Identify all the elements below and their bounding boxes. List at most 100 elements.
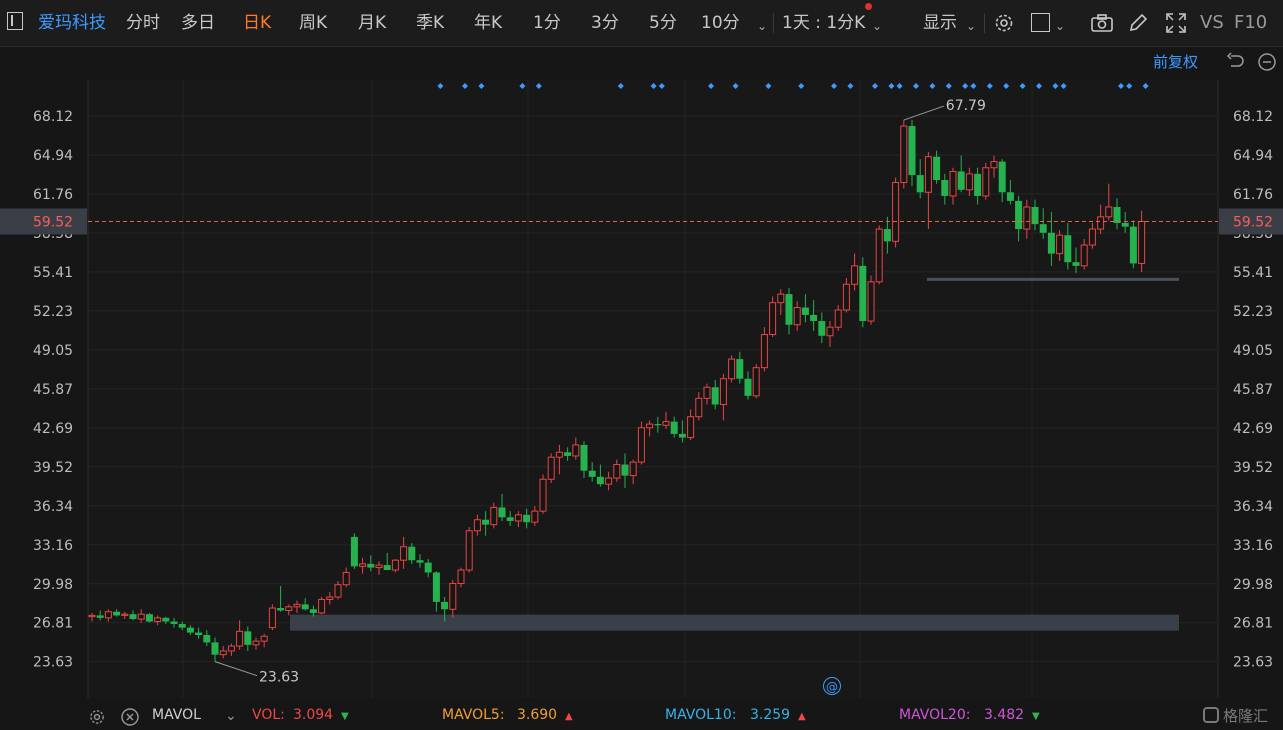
fullscreen-icon[interactable] [1165,12,1187,34]
f10-button[interactable]: F10 [1234,12,1267,34]
tab-weekly-k[interactable]: 周K [299,12,327,34]
tab-multi-day[interactable]: 多日 [181,12,215,34]
vs-button[interactable]: VS [1200,12,1224,34]
logo-mark [1203,707,1219,723]
candle-body-down [974,173,982,196]
candle-body-up [531,510,539,523]
chevron-down-icon[interactable]: ⌄ [872,15,882,37]
chevron-down-icon[interactable]: ⌄ [966,15,976,37]
candle-body-up [88,614,96,618]
kline-chart[interactable]: 68.1268.1264.9464.9461.7661.7658.5858.58… [0,47,1283,700]
candle [875,225,883,285]
layout-square-icon[interactable] [1031,13,1050,32]
candle-body-down [129,614,137,620]
undo-icon[interactable] [1225,52,1245,72]
candle-body-up [982,167,990,197]
candle-body-down [424,562,432,573]
high-label: 67.79 [946,98,986,114]
candle-body-up [227,645,235,652]
mavol20-label: MAVOL20: [899,707,971,723]
chevron-down-icon[interactable]: ⌄ [1055,15,1065,37]
candle-body-up [359,563,367,567]
adjust-toggle[interactable]: 前复权 [1153,51,1198,72]
candle-body-down [941,180,949,196]
candle-body-down [1006,192,1014,201]
chevron-down-icon[interactable]: ⌄ [757,15,767,37]
candle-body-up [777,293,785,304]
tab-10min[interactable]: 10分 [701,12,740,34]
candle-body-up [703,386,711,399]
chevron-down-icon[interactable]: ⌄ [225,708,237,724]
candle-body-down [711,387,719,405]
candle-body-down [162,617,170,622]
candle-body-down [1121,222,1129,227]
low-label: 23.63 [259,670,299,686]
price-tick-right: 64.94 [1233,148,1273,164]
candle-body-up [375,564,383,569]
sidebar-toggle-icon[interactable] [7,12,23,30]
camera-icon[interactable] [1090,12,1114,34]
candle-body-up [949,170,957,197]
candle-body-down [277,608,285,611]
pencil-icon[interactable] [1127,12,1149,34]
candle-body-up [892,181,900,242]
tab-quarterly-k[interactable]: 季K [416,12,444,34]
vol-value: 3.094 [293,707,334,723]
candle-body-up [1105,206,1113,218]
candle-body-up [965,173,973,191]
tab-3min[interactable]: 3分 [591,12,619,34]
kline-chart-area[interactable]: 68.1268.1264.9464.9461.7661.7658.5858.58… [0,47,1283,700]
stock-name[interactable]: 爱玛科技 [38,12,106,34]
gear-icon[interactable] [88,708,106,726]
mavol20-value: 3.482 [984,707,1025,723]
candle-body-up [547,456,555,480]
candle-body-down [1113,207,1121,223]
tab-yearly-k[interactable]: 年K [474,12,502,34]
candle-body-down [580,444,588,471]
candle-body-down [1039,224,1047,233]
candle-body-down [186,627,194,633]
tab-monthly-k[interactable]: 月K [358,12,386,34]
indicator-select[interactable]: MAVOL [152,707,201,723]
price-tick-right: 52.23 [1233,304,1273,320]
candle [769,296,777,337]
candle-body-down [203,635,211,643]
tab-1min[interactable]: 1分 [533,12,561,34]
tab-daily-k[interactable]: 日K [243,12,271,34]
candle-body-up [687,416,695,439]
candle-body-down [301,604,309,610]
candle-body-up [391,559,399,571]
tab-intraday[interactable]: 分时 [126,12,160,34]
close-icon[interactable] [121,708,139,726]
candle-body-down [506,517,514,521]
period-select[interactable]: 1天 : 1分K [782,12,865,34]
candle-body-up [465,530,473,571]
candle-body-up [104,611,112,619]
price-tick-left: 61.76 [33,187,73,203]
vol-label: VOL: [252,707,285,723]
candle-body-up [900,125,908,183]
display-menu[interactable]: 显示 [923,12,957,34]
candle-body-down [367,563,375,568]
candle-body-down [178,623,186,628]
candle-body-down [1015,200,1023,230]
candle-body-up [555,451,563,458]
candle-body-down [744,378,752,396]
gear-icon[interactable] [993,12,1015,34]
price-tick-left: 26.81 [33,616,73,632]
candle [982,162,990,200]
up-arrow-icon: ▲ [565,711,573,722]
candle-body-up [851,265,859,285]
candle-body-up [260,635,268,642]
grid [87,80,1219,698]
candle-body-up [728,358,736,380]
candle-body-up [990,161,998,169]
zoom-out-icon[interactable] [1257,52,1277,72]
price-tick-right: 42.69 [1233,421,1273,437]
candle-body-up [219,650,227,656]
candle-body-down [1064,235,1072,263]
at-icon[interactable]: @ [823,677,841,695]
price-tick-left: 68.12 [33,109,73,125]
notification-dot [865,3,872,10]
tab-5min[interactable]: 5分 [649,12,677,34]
